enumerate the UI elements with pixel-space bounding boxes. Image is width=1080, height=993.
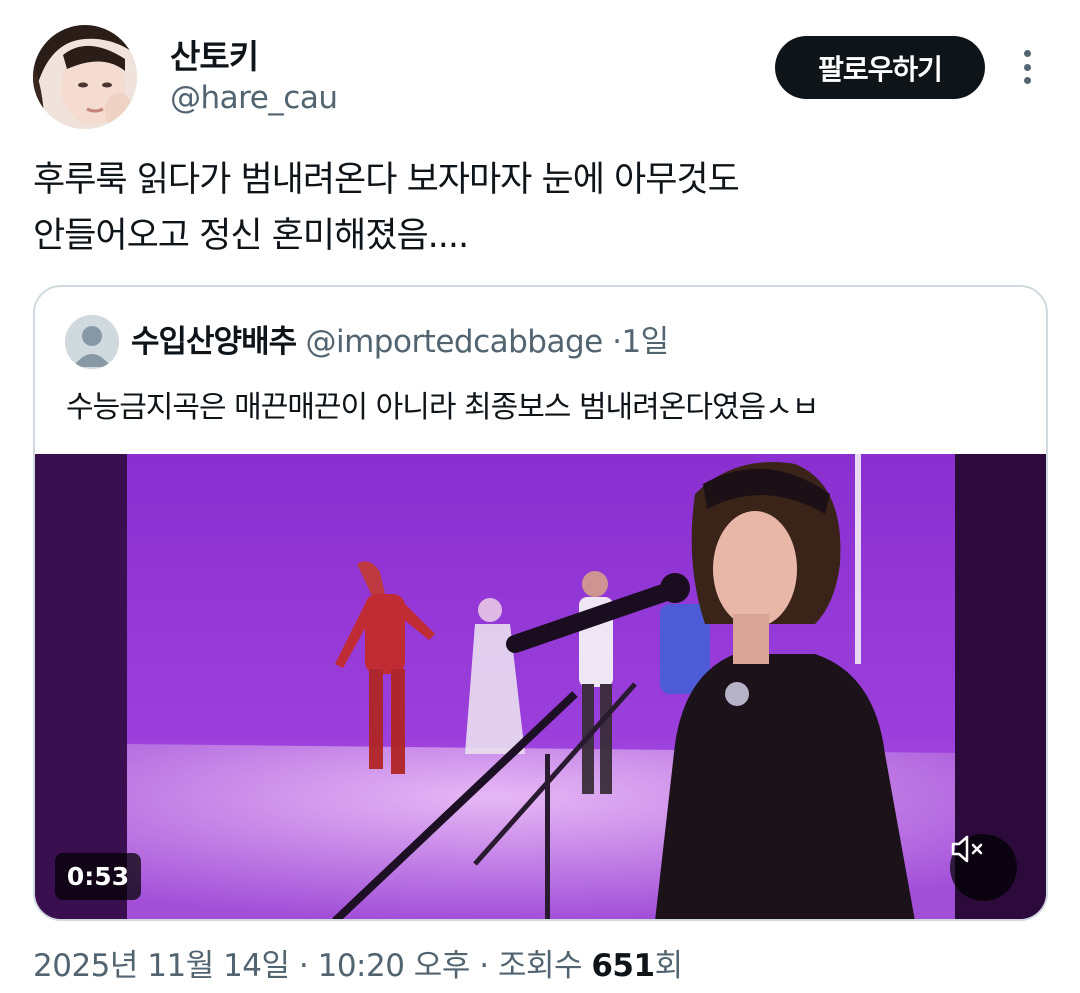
more-options-icon[interactable] bbox=[1012, 44, 1042, 90]
video-frame bbox=[35, 454, 1046, 919]
author-display-name[interactable]: 산토키 bbox=[170, 30, 259, 78]
default-avatar-icon bbox=[65, 315, 119, 369]
views-count: 651 bbox=[591, 948, 655, 984]
avatar-photo bbox=[33, 25, 137, 129]
mute-button[interactable] bbox=[950, 834, 1017, 901]
follow-button[interactable]: 팔로우하기 bbox=[775, 36, 985, 99]
quoted-tweet-time[interactable]: 1일 bbox=[621, 324, 669, 360]
dot-separator: · bbox=[479, 948, 489, 984]
quoted-tweet-header: 수입산양배추 @importedcabbage ·1일 bbox=[131, 319, 669, 365]
views-suffix: 회 bbox=[654, 948, 684, 984]
quoted-tweet-card[interactable]: 수입산양배추 @importedcabbage ·1일 수능금지곡은 매끈매끈이… bbox=[33, 285, 1048, 921]
tweet-datetime[interactable]: 2025년 11월 14일 · 10:20 오후 bbox=[33, 948, 470, 984]
views-label: 조회수 bbox=[497, 948, 583, 984]
quoted-author-name[interactable]: 수입산양배추 bbox=[131, 324, 297, 360]
video-player[interactable]: 0:53 bbox=[35, 454, 1046, 919]
quoted-author-avatar[interactable] bbox=[65, 315, 119, 369]
speaker-muted-icon bbox=[951, 835, 983, 863]
author-handle[interactable]: @hare_cau bbox=[170, 80, 338, 116]
tweet-text: 후루룩 읽다가 범내려온다 보자마자 눈에 아무것도 안들어오고 정신 혼미해졌… bbox=[33, 152, 1043, 264]
quoted-author-handle[interactable]: @importedcabbage bbox=[305, 324, 603, 360]
author-avatar[interactable] bbox=[33, 25, 137, 129]
tweet-meta: 2025년 11월 14일 · 10:20 오후 · 조회수 651회 bbox=[33, 943, 683, 989]
tweet-text-line: 후루룩 읽다가 범내려온다 보자마자 눈에 아무것도 bbox=[33, 160, 740, 200]
video-duration: 0:53 bbox=[55, 853, 141, 900]
quoted-tweet-text: 수능금지곡은 매끈매끈이 아니라 최종보스 범내려온다였음ㅅㅂ bbox=[66, 390, 819, 425]
tweet-text-line: 안들어오고 정신 혼미해졌음.... bbox=[33, 216, 469, 256]
